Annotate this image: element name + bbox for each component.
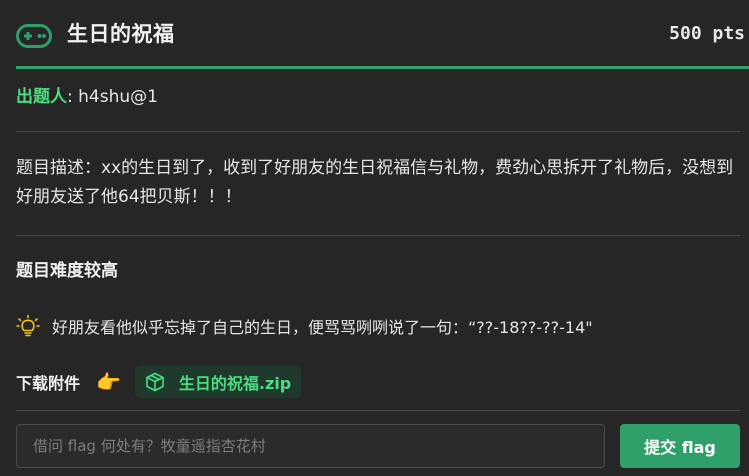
challenge-card: 生日的祝福 500 pts 出题人: h4shu@1 题目描述：xx的生日到了，… bbox=[0, 0, 749, 476]
flag-input[interactable] bbox=[16, 424, 605, 468]
difficulty-note: 题目难度较高 bbox=[16, 261, 118, 281]
hint-row: 好朋友看他似乎忘掉了自己的生日，便骂骂咧咧说了一句：“??-18??-??-14… bbox=[16, 312, 593, 340]
gamepad-icon bbox=[16, 24, 52, 48]
package-icon bbox=[146, 372, 164, 392]
challenge-header: 生日的祝福 500 pts bbox=[0, 0, 749, 70]
header-divider bbox=[16, 66, 749, 69]
attachment-download-link[interactable]: 生日的祝福.zip bbox=[134, 366, 302, 398]
attachments-label: 下载附件 bbox=[16, 374, 81, 393]
pointing-hand-icon: 👉 bbox=[96, 370, 121, 394]
submit-flag-button[interactable]: 提交 flag bbox=[620, 424, 740, 468]
attachment-file-name: 生日的祝福.zip bbox=[178, 374, 292, 393]
challenge-title: 生日的祝福 bbox=[67, 22, 175, 46]
hint-text: 好朋友看他似乎忘掉了自己的生日，便骂骂咧咧说了一句：“??-18??-??-14… bbox=[52, 318, 593, 337]
author-line: 出题人: h4shu@1 bbox=[16, 84, 158, 110]
attachments-row: 下载附件 👉 生日的祝福.zip bbox=[16, 366, 302, 398]
author-label: 出题人 bbox=[16, 87, 67, 107]
lightbulb-icon bbox=[16, 314, 40, 337]
author-name: h4shu@1 bbox=[78, 87, 158, 107]
challenge-description: 题目描述：xx的生日到了，收到了好朋友的生日祝福信与礼物，费劲心思拆开了礼物后，… bbox=[16, 158, 734, 207]
divider bbox=[16, 131, 740, 132]
author-separator: : bbox=[67, 87, 73, 107]
challenge-points: 500 pts bbox=[669, 23, 745, 44]
divider bbox=[16, 410, 740, 411]
divider bbox=[16, 235, 740, 236]
